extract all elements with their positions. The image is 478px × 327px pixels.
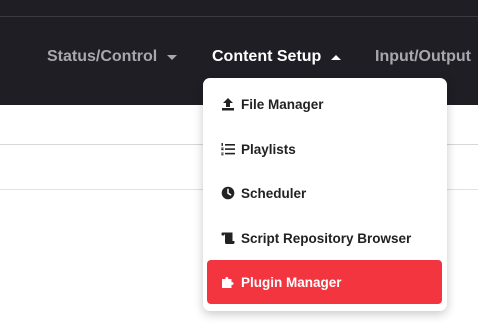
menu-item-label: Script Repository Browser	[241, 230, 412, 246]
menu-item-script-repository-browser[interactable]: Script Repository Browser	[207, 216, 442, 260]
nav-status-control[interactable]: Status/Control	[47, 46, 178, 68]
nav-input-output[interactable]: Input/Output	[375, 46, 471, 68]
menu-item-file-manager[interactable]: File Manager	[207, 82, 442, 126]
upload-icon	[221, 97, 235, 111]
list-ol-icon	[221, 142, 235, 156]
nav-content-setup-label: Content Setup	[212, 48, 322, 65]
menu-item-label: File Manager	[241, 96, 324, 112]
nav-content-setup[interactable]: Content Setup	[212, 46, 342, 68]
menu-item-plugin-manager[interactable]: Plugin Manager	[207, 260, 442, 304]
caret-up-icon	[331, 54, 342, 60]
menu-item-playlists[interactable]: Playlists	[207, 127, 442, 171]
content-setup-dropdown-menu: File Manager Playlists Scheduler Script …	[203, 78, 447, 311]
puzzle-piece-icon	[221, 275, 235, 289]
menu-item-scheduler[interactable]: Scheduler	[207, 171, 442, 215]
clock-icon	[221, 186, 235, 200]
menu-item-label: Playlists	[241, 141, 296, 157]
nav-status-control-label: Status/Control	[47, 48, 158, 65]
caret-down-icon	[167, 54, 178, 60]
top-strip	[0, 0, 478, 17]
scroll-icon	[221, 231, 235, 245]
menu-item-label: Plugin Manager	[241, 274, 342, 290]
menu-item-label: Scheduler	[241, 185, 307, 201]
nav-input-output-label: Input/Output	[375, 48, 471, 65]
